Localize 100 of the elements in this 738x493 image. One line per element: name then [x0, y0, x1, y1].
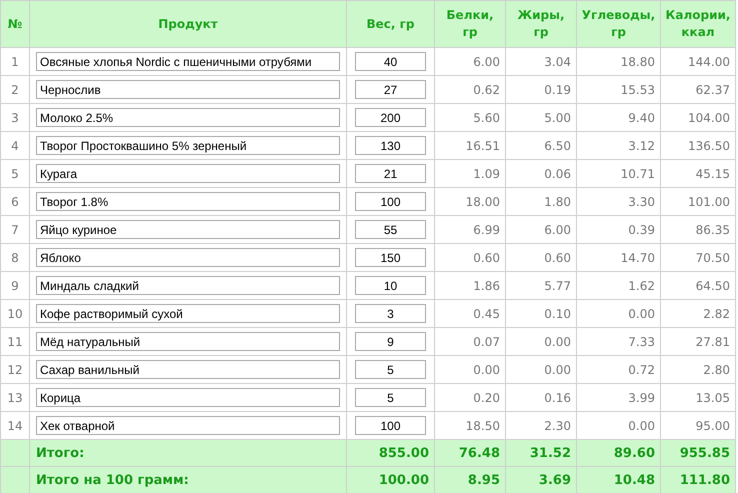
- weight-field[interactable]: 55: [355, 220, 426, 239]
- column-header: Продукт: [30, 0, 346, 48]
- table-cell: 3.12: [576, 132, 660, 160]
- table-cell: 6.00: [506, 216, 576, 244]
- total-label: Итого:: [30, 440, 346, 466]
- column-header: Калории, ккал: [660, 0, 736, 48]
- weight-field[interactable]: 200: [355, 108, 426, 127]
- table-cell: 95.00: [660, 412, 736, 440]
- product-field[interactable]: Миндаль сладкий: [36, 276, 340, 295]
- row-number: 10: [0, 300, 30, 328]
- row-number: 14: [0, 412, 30, 440]
- table-cell: 3.30: [576, 188, 660, 216]
- table-cell: 1.80: [506, 188, 576, 216]
- table-cell: 9.40: [576, 104, 660, 132]
- table-cell: 0.00: [506, 356, 576, 384]
- table-cell: 0.16: [506, 384, 576, 412]
- table-cell: 2.80: [660, 356, 736, 384]
- table-cell: 0.00: [576, 300, 660, 328]
- table-cell: 15.53: [576, 76, 660, 104]
- weight-field[interactable]: 40: [355, 52, 426, 71]
- product-field[interactable]: Мёд натуральный: [36, 332, 340, 351]
- table-cell: 62.37: [660, 76, 736, 104]
- row-number: 7: [0, 216, 30, 244]
- total-cell: 111.80: [660, 466, 736, 493]
- table-cell: 6.50: [506, 132, 576, 160]
- product-field[interactable]: Корица: [36, 388, 340, 407]
- column-header: Жиры, гр: [506, 0, 576, 48]
- row-number: 3: [0, 104, 30, 132]
- table-cell: 1.09: [434, 160, 506, 188]
- total-label: Итого на 100 грамм:: [30, 466, 346, 493]
- total-cell: 76.48: [434, 440, 506, 466]
- table-cell: 1.62: [576, 272, 660, 300]
- row-number: 8: [0, 244, 30, 272]
- row-number: 11: [0, 328, 30, 356]
- table-cell: 0.10: [506, 300, 576, 328]
- weight-field[interactable]: 100: [355, 416, 426, 435]
- weight-field[interactable]: 3: [355, 304, 426, 323]
- table-cell: 0.20: [434, 384, 506, 412]
- table-cell: 1.86: [434, 272, 506, 300]
- product-field[interactable]: Молоко 2.5%: [36, 108, 340, 127]
- table-cell: 18.00: [434, 188, 506, 216]
- product-field[interactable]: Творог 1.8%: [36, 192, 340, 211]
- table-cell: 144.00: [660, 48, 736, 76]
- table-cell: 101.00: [660, 188, 736, 216]
- table-cell: 18.80: [576, 48, 660, 76]
- weight-field[interactable]: 100: [355, 192, 426, 211]
- total-cell: 31.52: [506, 440, 576, 466]
- product-field[interactable]: Сахар ванильный: [36, 360, 340, 379]
- total-cell: 855.00: [346, 440, 434, 466]
- product-field[interactable]: Яйцо куриное: [36, 220, 340, 239]
- row-number: 5: [0, 160, 30, 188]
- column-header: Углеводы, гр: [576, 0, 660, 48]
- weight-field[interactable]: 10: [355, 276, 426, 295]
- table-cell: 5.60: [434, 104, 506, 132]
- product-field[interactable]: Курага: [36, 164, 340, 183]
- table-cell: 0.60: [506, 244, 576, 272]
- weight-field[interactable]: 5: [355, 360, 426, 379]
- weight-field[interactable]: 130: [355, 136, 426, 155]
- table-cell: 3.04: [506, 48, 576, 76]
- table-cell: 10.71: [576, 160, 660, 188]
- table-cell: 0.07: [434, 328, 506, 356]
- weight-field[interactable]: 150: [355, 248, 426, 267]
- total-cell: 3.69: [506, 466, 576, 493]
- table-cell: 7.33: [576, 328, 660, 356]
- row-number: 6: [0, 188, 30, 216]
- table-cell: 16.51: [434, 132, 506, 160]
- product-field[interactable]: Хек отварной: [36, 416, 340, 435]
- table-cell: 2.82: [660, 300, 736, 328]
- weight-field[interactable]: 5: [355, 388, 426, 407]
- table-cell: 6.99: [434, 216, 506, 244]
- table-cell: 0.19: [506, 76, 576, 104]
- product-field[interactable]: Чернослив: [36, 80, 340, 99]
- row-number: 1: [0, 48, 30, 76]
- table-cell: 2.30: [506, 412, 576, 440]
- table-cell: 27.81: [660, 328, 736, 356]
- weight-field[interactable]: 27: [355, 80, 426, 99]
- table-cell: 6.00: [434, 48, 506, 76]
- product-field[interactable]: Яблоко: [36, 248, 340, 267]
- table-cell: 104.00: [660, 104, 736, 132]
- table-cell: 0.00: [506, 328, 576, 356]
- row-number: 12: [0, 356, 30, 384]
- column-header: Вес, гр: [346, 0, 434, 48]
- total-cell: 89.60: [576, 440, 660, 466]
- table-cell: 0.00: [576, 412, 660, 440]
- table-cell: 64.50: [660, 272, 736, 300]
- product-field[interactable]: Овсяные хлопья Nordic с пшеничными отрубями: [36, 52, 340, 71]
- table-cell: 0.45: [434, 300, 506, 328]
- product-field[interactable]: Кофе растворимый сухой: [36, 304, 340, 323]
- table-cell: 18.50: [434, 412, 506, 440]
- table-cell: 86.35: [660, 216, 736, 244]
- table-cell: 0.06: [506, 160, 576, 188]
- weight-field[interactable]: 21: [355, 164, 426, 183]
- table-cell: 136.50: [660, 132, 736, 160]
- total-cell: 955.85: [660, 440, 736, 466]
- product-field[interactable]: Творог Простоквашино 5% зерненый: [36, 136, 340, 155]
- column-header: Белки, гр: [434, 0, 506, 48]
- table-cell: 0.72: [576, 356, 660, 384]
- table-cell: 5.77: [506, 272, 576, 300]
- total-cell: 100.00: [346, 466, 434, 493]
- weight-field[interactable]: 9: [355, 332, 426, 351]
